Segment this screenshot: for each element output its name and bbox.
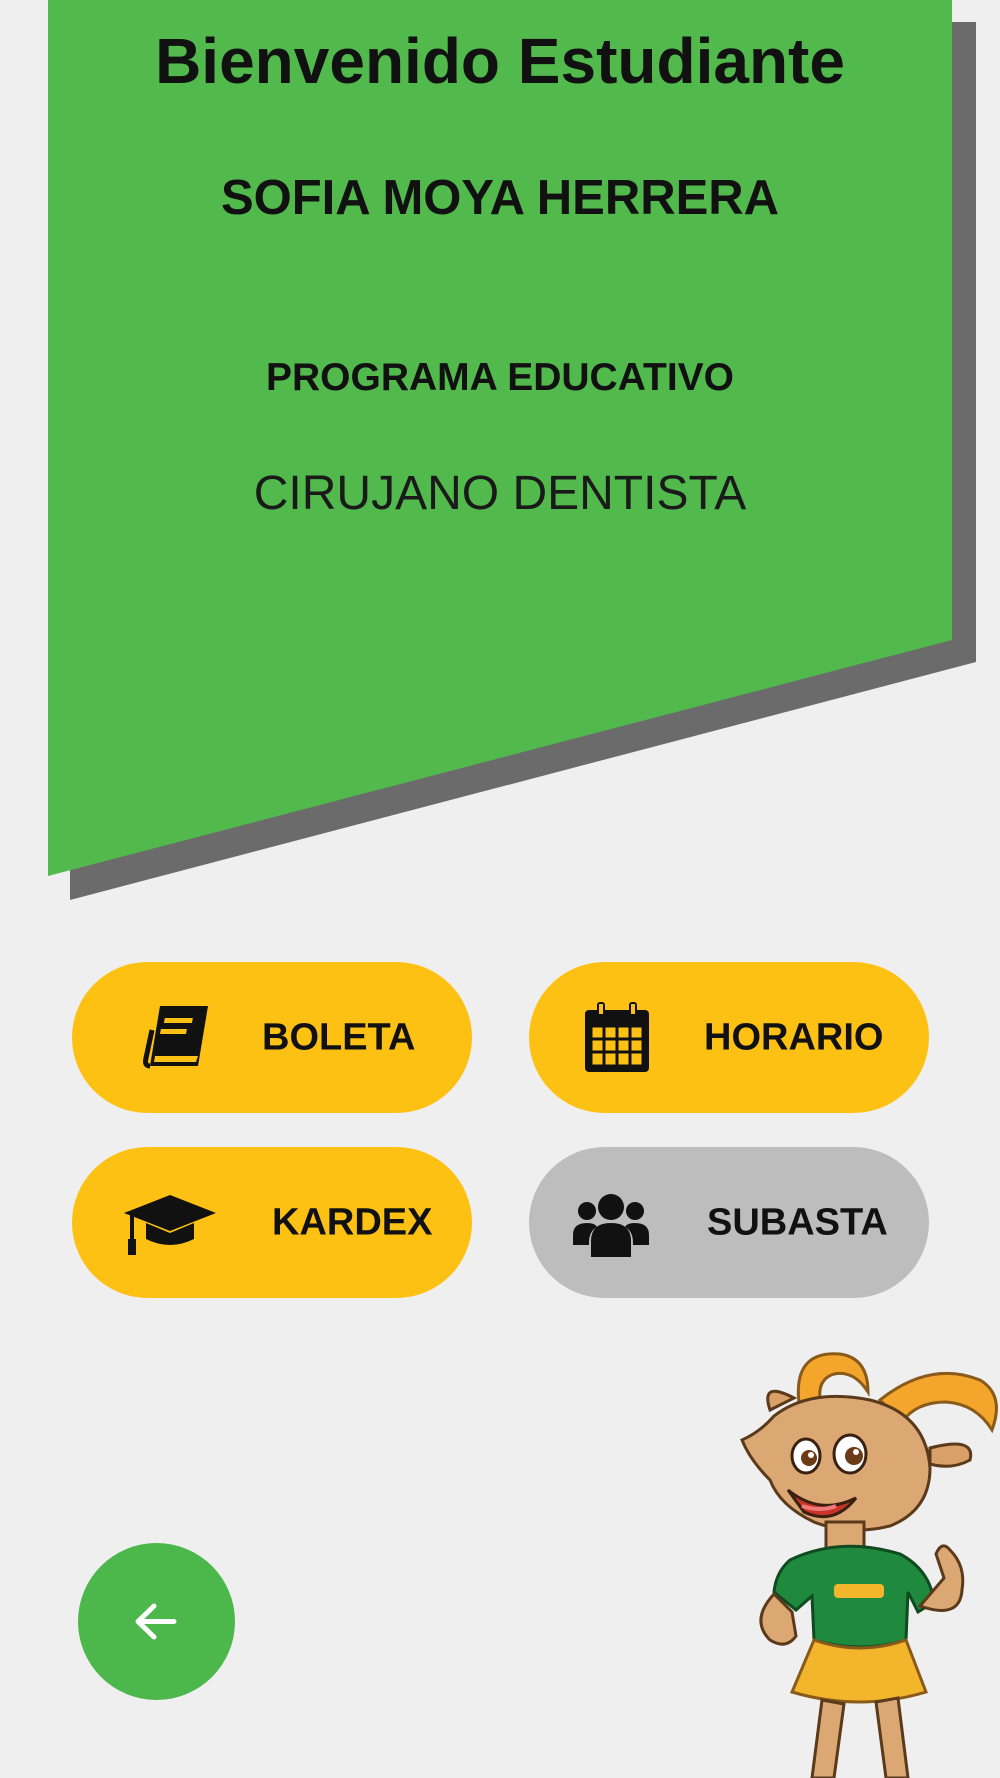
goat-mascot xyxy=(740,1352,998,1778)
boleta-button[interactable]: BOLETA xyxy=(72,962,472,1113)
horario-label: HORARIO xyxy=(704,1016,884,1058)
back-button[interactable] xyxy=(78,1543,235,1700)
graduation-cap-icon xyxy=(124,1195,216,1255)
horario-button[interactable]: HORARIO xyxy=(529,962,929,1113)
subasta-button[interactable]: SUBASTA xyxy=(529,1147,929,1298)
kardex-button[interactable]: KARDEX xyxy=(72,1147,472,1298)
calendar-icon xyxy=(585,1002,649,1072)
arrow-left-icon xyxy=(135,1603,177,1640)
header-banner-shape xyxy=(48,0,952,876)
book-icon xyxy=(143,1006,208,1069)
kardex-label: KARDEX xyxy=(272,1201,433,1243)
users-icon xyxy=(573,1194,649,1257)
program-label: PROGRAMA EDUCATIVO xyxy=(266,356,734,399)
subasta-label: SUBASTA xyxy=(707,1201,888,1243)
header-banner-shadow xyxy=(70,22,976,900)
boleta-label: BOLETA xyxy=(262,1016,416,1058)
program-name: CIRUJANO DENTISTA xyxy=(253,467,747,520)
student-name: SOFIA MOYA HERRERA xyxy=(220,171,780,225)
welcome-title: Bienvenido Estudiante xyxy=(155,25,845,97)
